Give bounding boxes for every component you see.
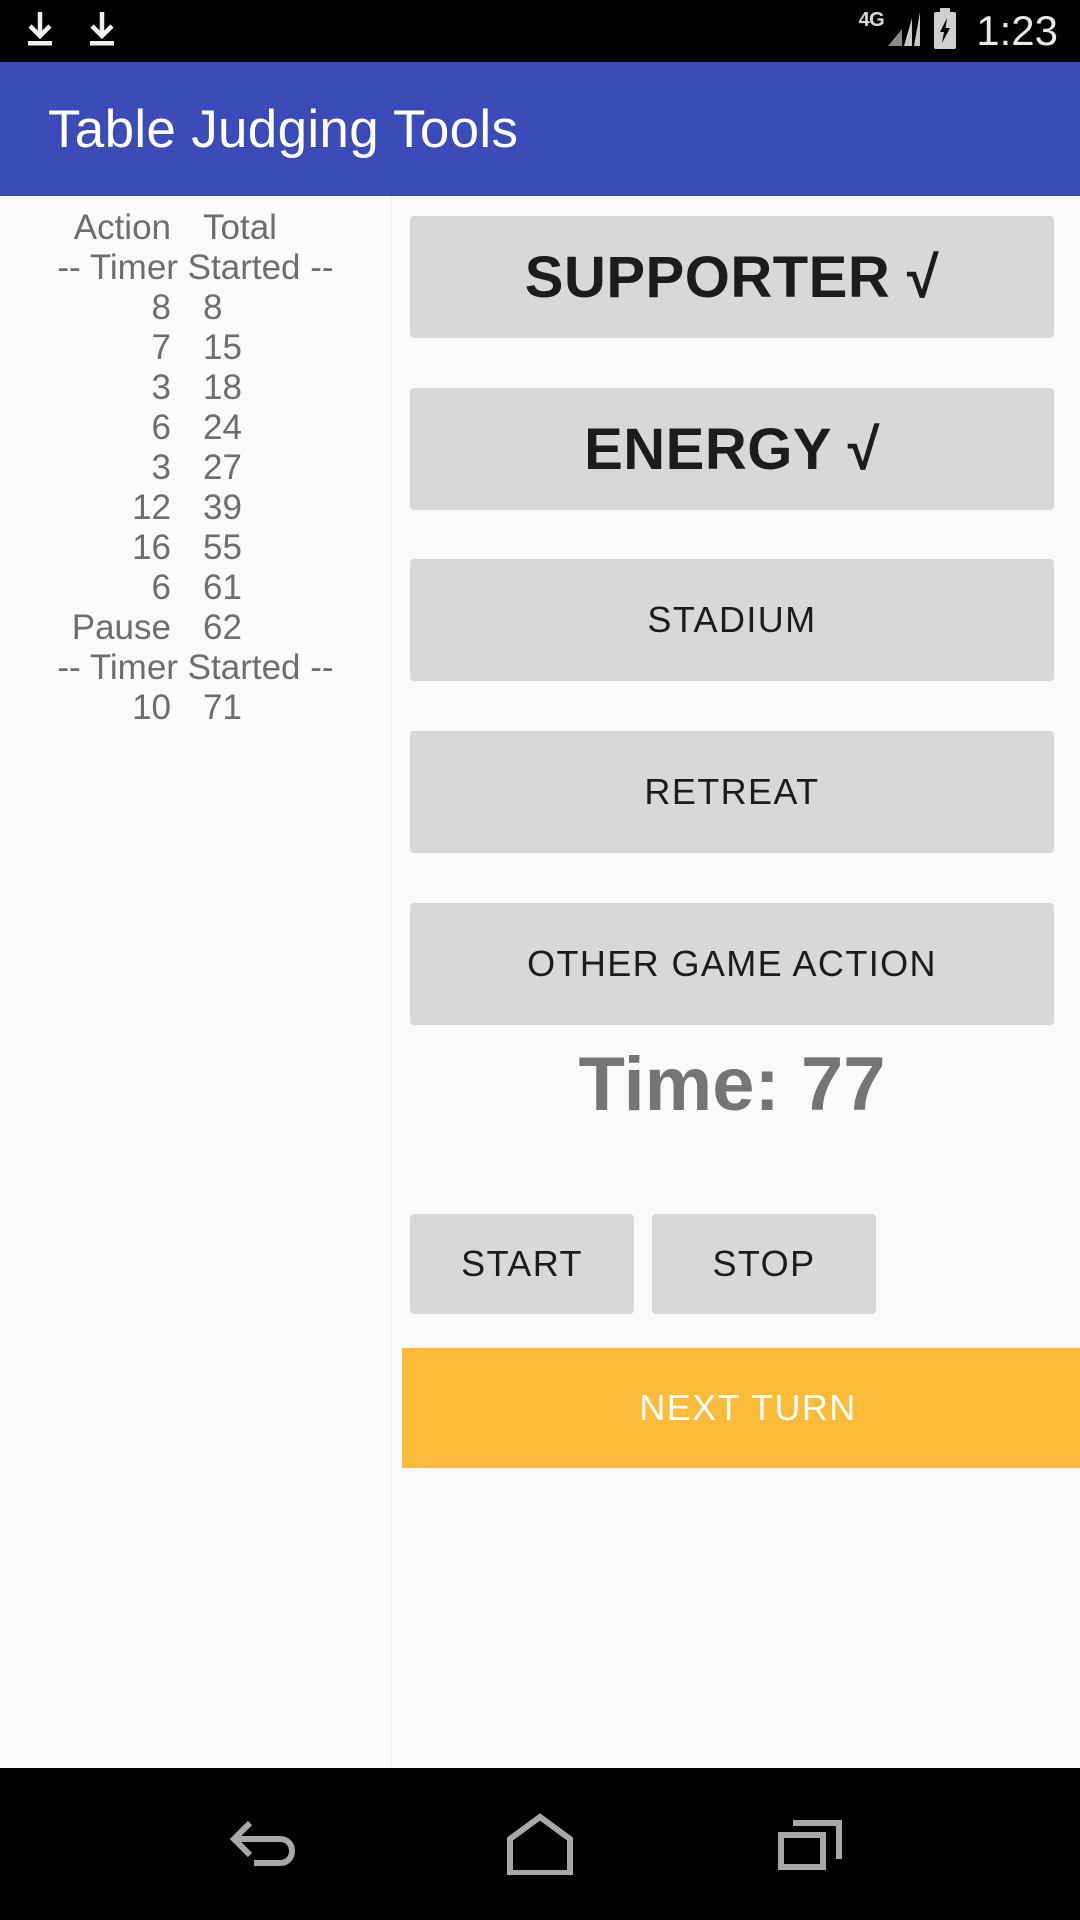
action-log-row: 88 bbox=[0, 288, 391, 328]
log-cell-action: 6 bbox=[151, 568, 171, 607]
log-cell-total: 71 bbox=[203, 688, 242, 727]
log-cell-total: 62 bbox=[203, 608, 242, 647]
home-icon[interactable] bbox=[470, 1794, 610, 1894]
recents-icon[interactable] bbox=[743, 1794, 883, 1894]
action-log-row: 3 27 bbox=[0, 448, 391, 488]
retreat-button[interactable]: RETREAT bbox=[410, 731, 1054, 853]
action-log-separator: -- Timer Started -- bbox=[0, 248, 391, 288]
log-separator-text: -- Timer Started -- bbox=[57, 248, 334, 287]
action-log-panel[interactable]: Action Total -- Timer Started -- 8 8 7 15 3 18… bbox=[0, 196, 392, 1768]
log-cell-total: 24 bbox=[203, 408, 242, 447]
action-buttons-panel: SUPPORTER √ ENERGY √ STADIUM RETREAT OTH… bbox=[392, 196, 1080, 1768]
log-cell-action: 6 bbox=[151, 408, 171, 447]
action-log-row: 10 71 bbox=[0, 688, 391, 728]
download-icon bbox=[22, 9, 58, 54]
log-cell-action: 10 bbox=[132, 688, 171, 727]
action-log-row: 6 24 bbox=[0, 408, 391, 448]
supporter-button[interactable]: SUPPORTER √ bbox=[410, 216, 1054, 338]
log-cell-action: 8 bbox=[151, 288, 171, 327]
log-header-total: Total bbox=[203, 208, 277, 247]
log-cell-total: 15 bbox=[203, 328, 242, 367]
network-type-label: 4G bbox=[858, 9, 885, 31]
status-bar-clock: 1:23 bbox=[976, 7, 1058, 54]
log-cell-action: Pause bbox=[71, 608, 171, 647]
status-bar: 4G 1:23 bbox=[0, 0, 1080, 62]
status-bar-system-icons: 4G 1:23 bbox=[858, 7, 1058, 55]
back-icon[interactable] bbox=[197, 1794, 337, 1894]
phone-screen: 4G 1:23 Table Judging Tools Action Total… bbox=[0, 0, 1080, 1920]
log-cell-total: 55 bbox=[203, 528, 242, 567]
signal-bars-icon bbox=[886, 9, 922, 54]
log-cell-total: 39 bbox=[203, 488, 242, 527]
log-cell-action: 7 bbox=[151, 328, 171, 367]
action-log-row: 12 39 bbox=[0, 488, 391, 528]
log-cell-total: 27 bbox=[203, 448, 242, 487]
action-log-row: 6 61 bbox=[0, 568, 391, 608]
start-button[interactable]: START bbox=[410, 1214, 634, 1314]
log-header-action: Action bbox=[73, 208, 171, 247]
main-content: Action Total -- Timer Started -- 8 8 7 15 3 18… bbox=[0, 196, 1080, 1768]
timer-display: Time: 77 bbox=[578, 1042, 886, 1127]
stop-button[interactable]: STOP bbox=[652, 1214, 876, 1314]
log-cell-action: 12 bbox=[132, 488, 171, 527]
action-log-row: 16 55 bbox=[0, 528, 391, 568]
app-bar: Table Judging Tools bbox=[0, 62, 1080, 196]
action-log-row: Pause 62 bbox=[0, 608, 391, 648]
battery-charging-icon bbox=[932, 7, 958, 55]
log-cell-total: 8 bbox=[203, 288, 223, 327]
download-icon bbox=[84, 9, 120, 54]
action-log-separator: -- Timer Started -- bbox=[0, 648, 391, 688]
page-title: Table Judging Tools bbox=[48, 99, 519, 159]
log-cell-total: 18 bbox=[203, 368, 242, 407]
status-bar-notifications bbox=[22, 9, 120, 54]
log-separator-text: -- Timer Started -- bbox=[57, 648, 334, 687]
action-log-row: 7 15 bbox=[0, 328, 391, 368]
next-turn-button[interactable]: NEXT TURN bbox=[402, 1348, 1080, 1468]
energy-button[interactable]: ENERGY √ bbox=[410, 388, 1054, 510]
log-cell-action: 3 bbox=[151, 368, 171, 407]
action-log-header: Action Total bbox=[0, 208, 391, 248]
android-navigation-bar bbox=[0, 1768, 1080, 1920]
log-cell-action: 16 bbox=[132, 528, 171, 567]
other-game-action-button[interactable]: OTHER GAME ACTION bbox=[410, 903, 1054, 1025]
action-log-row: 3 18 bbox=[0, 368, 391, 408]
log-cell-action: 3 bbox=[151, 448, 171, 487]
stadium-button[interactable]: STADIUM bbox=[410, 559, 1054, 681]
log-cell-total: 61 bbox=[203, 568, 242, 607]
